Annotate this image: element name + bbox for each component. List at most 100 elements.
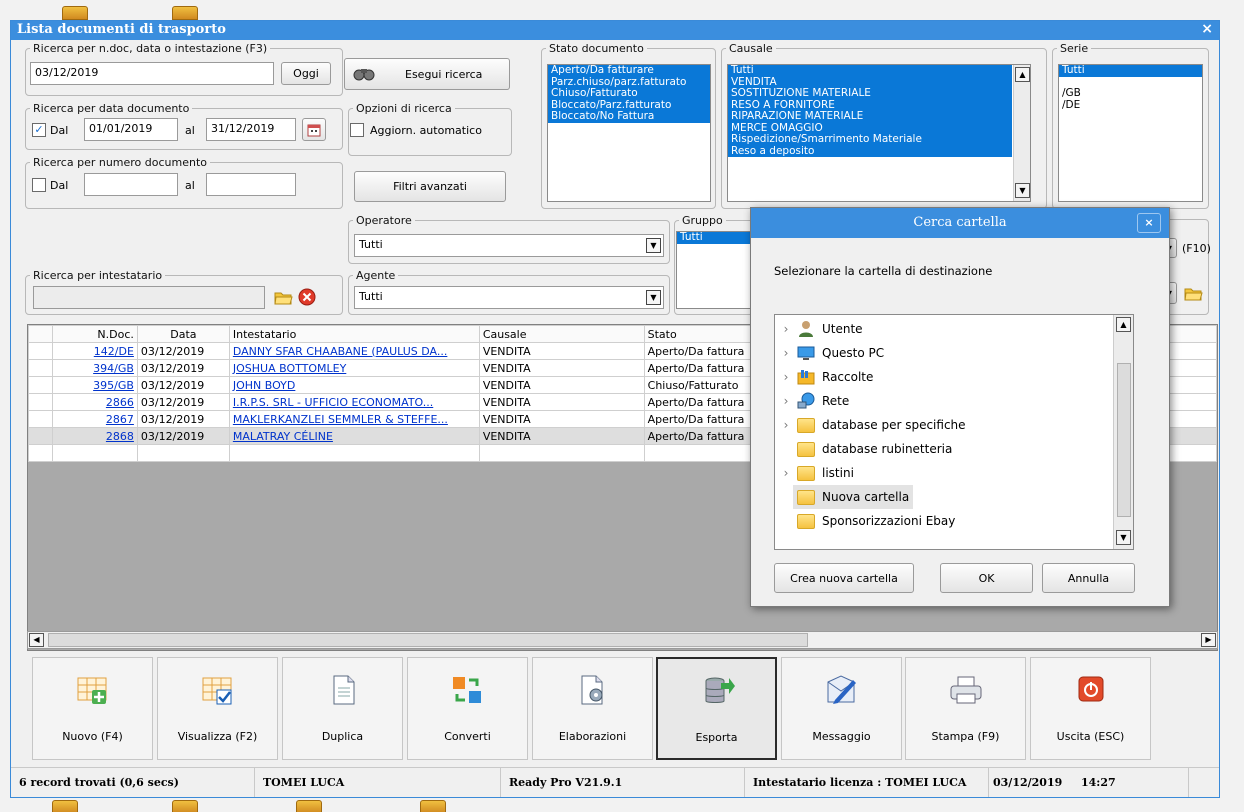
- chevron-right-icon[interactable]: ›: [775, 413, 797, 437]
- column-header[interactable]: Data: [136, 325, 230, 343]
- cancel-button[interactable]: Annulla: [1042, 563, 1135, 593]
- list-item[interactable]: Tutti: [728, 65, 1012, 77]
- number-from-input[interactable]: [84, 173, 178, 196]
- tree-node-this-pc[interactable]: › Questo PC: [775, 341, 1111, 365]
- export-button[interactable]: Esporta: [656, 657, 777, 760]
- new-button[interactable]: Nuovo (F4): [32, 657, 153, 760]
- scroll-down-icon[interactable]: ▼: [1015, 183, 1030, 198]
- holder-link[interactable]: I.R.P.S. SRL - UFFICIO ECONOMATO...: [228, 393, 480, 411]
- execute-search-button[interactable]: Esegui ricerca: [344, 58, 510, 90]
- tree-node-libraries[interactable]: › Raccolte: [775, 365, 1111, 389]
- today-button[interactable]: Oggi: [281, 62, 331, 85]
- process-button[interactable]: Elaborazioni: [532, 657, 653, 760]
- column-header[interactable]: Intestatario: [228, 325, 480, 343]
- row-selector[interactable]: [28, 359, 53, 377]
- print-button[interactable]: Stampa (F9): [905, 657, 1026, 760]
- doc-number-link[interactable]: 142/DE: [51, 342, 138, 360]
- list-item[interactable]: Chiuso/Fatturato: [548, 87, 710, 100]
- doc-number-link[interactable]: 2867: [51, 410, 138, 428]
- desktop-icon[interactable]: [62, 6, 88, 20]
- date-to-input[interactable]: 31/12/2019: [206, 118, 296, 141]
- holder-link[interactable]: JOSHUA BOTTOMLEY: [228, 359, 480, 377]
- column-header[interactable]: N.Doc.: [51, 325, 138, 343]
- reason-list[interactable]: Tutti VENDITA SOSTITUZIONE MATERIALE RES…: [727, 64, 1031, 202]
- desktop-icon[interactable]: [420, 800, 446, 812]
- grid-horizontal-scrollbar[interactable]: ◀ ▶: [27, 631, 1218, 649]
- holder-link[interactable]: MAKLERKANZLEI SEMMLER & STEFFE...: [228, 410, 480, 428]
- duplicate-button[interactable]: Duplica: [282, 657, 403, 760]
- tree-node-folder[interactable]: Sponsorizzazioni Ebay: [775, 509, 1111, 533]
- row-selector[interactable]: [28, 342, 53, 360]
- agent-select[interactable]: Tutti ▼: [354, 286, 664, 309]
- desktop-icon[interactable]: [172, 6, 198, 20]
- tree-node-folder-selected[interactable]: Nuova cartella: [775, 485, 1111, 509]
- desktop-icon[interactable]: [296, 800, 322, 812]
- status-list[interactable]: Aperto/Da fatturare Parz.chiuso/parz.fat…: [547, 64, 711, 202]
- row-selector[interactable]: [28, 376, 53, 394]
- number-filter-checkbox[interactable]: [32, 178, 46, 192]
- scroll-left-icon[interactable]: ◀: [29, 633, 44, 647]
- holder-search-input[interactable]: [33, 286, 265, 309]
- chevron-right-icon[interactable]: ›: [775, 317, 797, 341]
- tree-node-folder[interactable]: › listini: [775, 461, 1111, 485]
- view-button[interactable]: Visualizza (F2): [157, 657, 278, 760]
- scroll-thumb[interactable]: [1117, 363, 1131, 517]
- list-item[interactable]: Rispedizione/Smarrimento Materiale: [728, 133, 1012, 146]
- list-item[interactable]: Aperto/Da fatturare: [548, 65, 710, 77]
- date-filter-checkbox[interactable]: ✓: [32, 123, 46, 137]
- list-item[interactable]: RIPARAZIONE MATERIALE: [728, 110, 1012, 123]
- new-folder-button[interactable]: Crea nuova cartella: [774, 563, 914, 593]
- holder-link[interactable]: JOHN BOYD: [228, 376, 480, 394]
- column-header[interactable]: Causale: [478, 325, 645, 343]
- chevron-down-icon[interactable]: ▼: [646, 238, 661, 253]
- convert-button[interactable]: Converti: [407, 657, 528, 760]
- chevron-right-icon[interactable]: ›: [775, 389, 797, 413]
- holder-link[interactable]: DANNY SFAR CHAABANE (PAULUS DA...: [228, 342, 480, 360]
- number-to-input[interactable]: [206, 173, 296, 196]
- list-item[interactable]: /GB: [1059, 87, 1202, 100]
- tree-node-folder[interactable]: › database per specifiche: [775, 413, 1111, 437]
- chevron-right-icon[interactable]: ›: [775, 365, 797, 389]
- doc-number-link[interactable]: 2868: [51, 427, 138, 445]
- ok-button[interactable]: OK: [940, 563, 1033, 593]
- chevron-down-icon[interactable]: ▼: [646, 290, 661, 305]
- desktop-icon[interactable]: [172, 800, 198, 812]
- list-item[interactable]: Bloccato/No Fattura: [548, 110, 710, 123]
- scroll-thumb[interactable]: [48, 633, 808, 647]
- operator-select[interactable]: Tutti ▼: [354, 234, 664, 257]
- scroll-right-icon[interactable]: ▶: [1201, 633, 1216, 647]
- tree-node-network[interactable]: › Rete: [775, 389, 1111, 413]
- folder-open-icon[interactable]: [273, 287, 293, 307]
- row-selector[interactable]: [28, 427, 53, 445]
- reason-scrollbar[interactable]: ▲ ▼: [1013, 65, 1030, 201]
- series-list[interactable]: Tutti /GB /DE: [1058, 64, 1203, 202]
- date-from-input[interactable]: 01/01/2019: [84, 118, 178, 141]
- holder-link[interactable]: MALATRAY CÉLINE: [228, 427, 480, 445]
- auto-update-checkbox[interactable]: [350, 123, 364, 137]
- list-item[interactable]: /DE: [1059, 99, 1202, 112]
- advanced-filters-button[interactable]: Filtri avanzati: [354, 171, 506, 202]
- folder-open-icon[interactable]: [1183, 283, 1203, 303]
- scroll-up-icon[interactable]: ▲: [1015, 67, 1030, 82]
- exit-button[interactable]: Uscita (ESC): [1030, 657, 1151, 760]
- row-selector[interactable]: [28, 393, 53, 411]
- desktop-icon[interactable]: [52, 800, 78, 812]
- doc-number-link[interactable]: 395/GB: [51, 376, 138, 394]
- list-item[interactable]: SOSTITUZIONE MATERIALE: [728, 87, 1012, 100]
- scroll-down-icon[interactable]: ▼: [1116, 530, 1131, 545]
- list-item[interactable]: Reso a deposito: [728, 145, 1012, 157]
- close-icon[interactable]: ×: [1137, 213, 1161, 233]
- chevron-right-icon[interactable]: ›: [775, 341, 797, 365]
- message-button[interactable]: Messaggio: [781, 657, 902, 760]
- tree-scrollbar[interactable]: ▲ ▼: [1113, 315, 1133, 549]
- clear-icon[interactable]: [297, 287, 317, 307]
- doc-number-link[interactable]: 394/GB: [51, 359, 138, 377]
- tree-node-folder[interactable]: database rubinetteria: [775, 437, 1111, 461]
- search-main-input[interactable]: 03/12/2019: [30, 62, 274, 85]
- close-icon[interactable]: ×: [1201, 21, 1213, 37]
- row-selector[interactable]: [28, 410, 53, 428]
- doc-number-link[interactable]: 2866: [51, 393, 138, 411]
- tree-node-user[interactable]: › Utente: [775, 317, 1111, 341]
- chevron-right-icon[interactable]: ›: [775, 461, 797, 485]
- list-item[interactable]: Tutti: [1059, 65, 1202, 77]
